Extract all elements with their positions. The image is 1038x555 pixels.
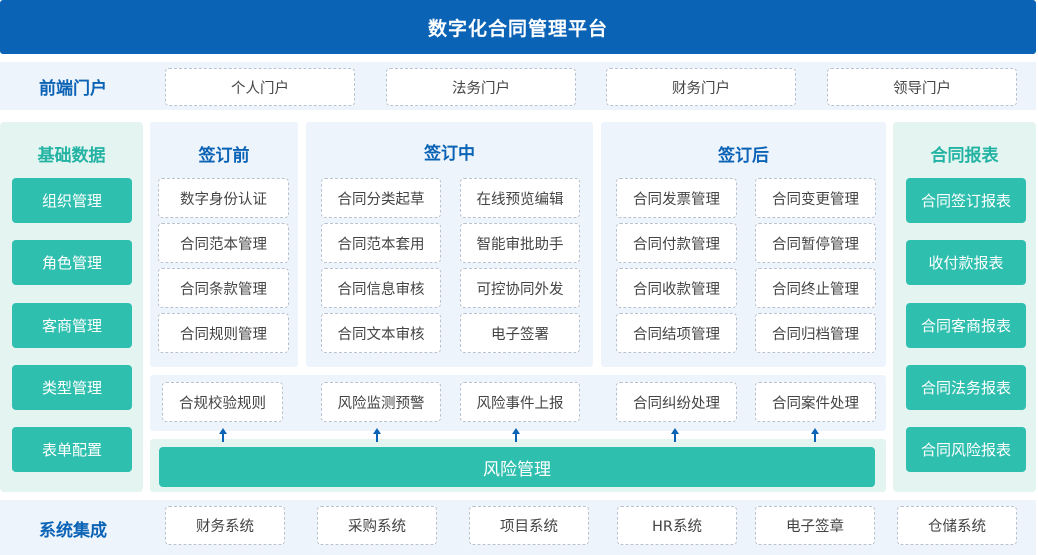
- after-item-invoice[interactable]: 合同发票管理: [616, 178, 737, 218]
- during-item-e-sign[interactable]: 电子签署: [460, 313, 580, 353]
- portal-leader[interactable]: 领导门户: [827, 68, 1017, 106]
- risk-dispute[interactable]: 合同纠纷处理: [616, 382, 737, 422]
- after-sign-title: 签订后: [718, 145, 769, 166]
- arrow-up-icon: [671, 428, 679, 442]
- report-merchant[interactable]: 合同客商报表: [906, 303, 1026, 348]
- arrow-up-icon: [219, 428, 227, 442]
- risk-event-report[interactable]: 风险事件上报: [460, 382, 580, 422]
- arrow-up-icon: [811, 428, 819, 442]
- system-finance[interactable]: 财务系统: [165, 506, 285, 545]
- system-hr[interactable]: HR系统: [617, 506, 737, 545]
- report-risk[interactable]: 合同风险报表: [906, 427, 1026, 472]
- after-item-archive[interactable]: 合同归档管理: [755, 313, 876, 353]
- before-item-rule[interactable]: 合同规则管理: [158, 313, 289, 353]
- after-item-terminate[interactable]: 合同终止管理: [755, 268, 876, 308]
- report-payment[interactable]: 收付款报表: [906, 240, 1026, 285]
- reports-title: 合同报表: [930, 145, 999, 166]
- after-item-change[interactable]: 合同变更管理: [755, 178, 876, 218]
- base-role-management[interactable]: 角色管理: [12, 240, 132, 285]
- risk-case[interactable]: 合同案件处理: [755, 382, 876, 422]
- base-type-management[interactable]: 类型管理: [12, 365, 132, 410]
- report-legal[interactable]: 合同法务报表: [906, 365, 1026, 410]
- base-form-config[interactable]: 表单配置: [12, 427, 132, 472]
- during-item-collab-send[interactable]: 可控协同外发: [460, 268, 580, 308]
- during-item-text-review[interactable]: 合同文本审核: [321, 313, 441, 353]
- before-item-template[interactable]: 合同范本管理: [158, 223, 289, 263]
- base-data-title: 基础数据: [37, 145, 106, 166]
- during-item-info-review[interactable]: 合同信息审核: [321, 268, 441, 308]
- system-project[interactable]: 项目系统: [469, 506, 589, 545]
- report-signing[interactable]: 合同签订报表: [906, 178, 1026, 223]
- risk-compliance-rules[interactable]: 合规校验规则: [162, 382, 283, 422]
- base-org-management[interactable]: 组织管理: [12, 178, 132, 223]
- after-item-suspend[interactable]: 合同暂停管理: [755, 223, 876, 263]
- platform-title: 数字化合同管理平台: [0, 0, 1036, 54]
- after-item-closing[interactable]: 合同结项管理: [616, 313, 737, 353]
- during-item-template-apply[interactable]: 合同范本套用: [321, 223, 441, 263]
- after-item-receipt[interactable]: 合同收款管理: [616, 268, 737, 308]
- portal-legal[interactable]: 法务门户: [386, 68, 576, 106]
- risk-management-bar[interactable]: 风险管理: [159, 447, 875, 487]
- system-warehouse[interactable]: 仓储系统: [897, 506, 1017, 545]
- before-item-identity[interactable]: 数字身份认证: [158, 178, 289, 218]
- before-sign-title: 签订前: [198, 145, 250, 166]
- system-procurement[interactable]: 采购系统: [317, 506, 437, 545]
- integration-label: 系统集成: [39, 520, 107, 541]
- arrow-up-icon: [512, 428, 520, 442]
- during-sign-title: 签订中: [424, 143, 475, 164]
- portal-personal[interactable]: 个人门户: [165, 68, 355, 106]
- portal-finance[interactable]: 财务门户: [606, 68, 796, 106]
- risk-monitoring[interactable]: 风险监测预警: [321, 382, 441, 422]
- system-e-seal[interactable]: 电子签章: [755, 506, 875, 545]
- during-item-online-edit[interactable]: 在线预览编辑: [460, 178, 580, 218]
- base-merchant-management[interactable]: 客商管理: [12, 303, 132, 348]
- frontend-label: 前端门户: [39, 78, 107, 99]
- after-item-payment[interactable]: 合同付款管理: [616, 223, 737, 263]
- before-item-clause[interactable]: 合同条款管理: [158, 268, 289, 308]
- arrow-up-icon: [373, 428, 381, 442]
- during-item-smart-approval[interactable]: 智能审批助手: [460, 223, 580, 263]
- during-item-draft[interactable]: 合同分类起草: [321, 178, 441, 218]
